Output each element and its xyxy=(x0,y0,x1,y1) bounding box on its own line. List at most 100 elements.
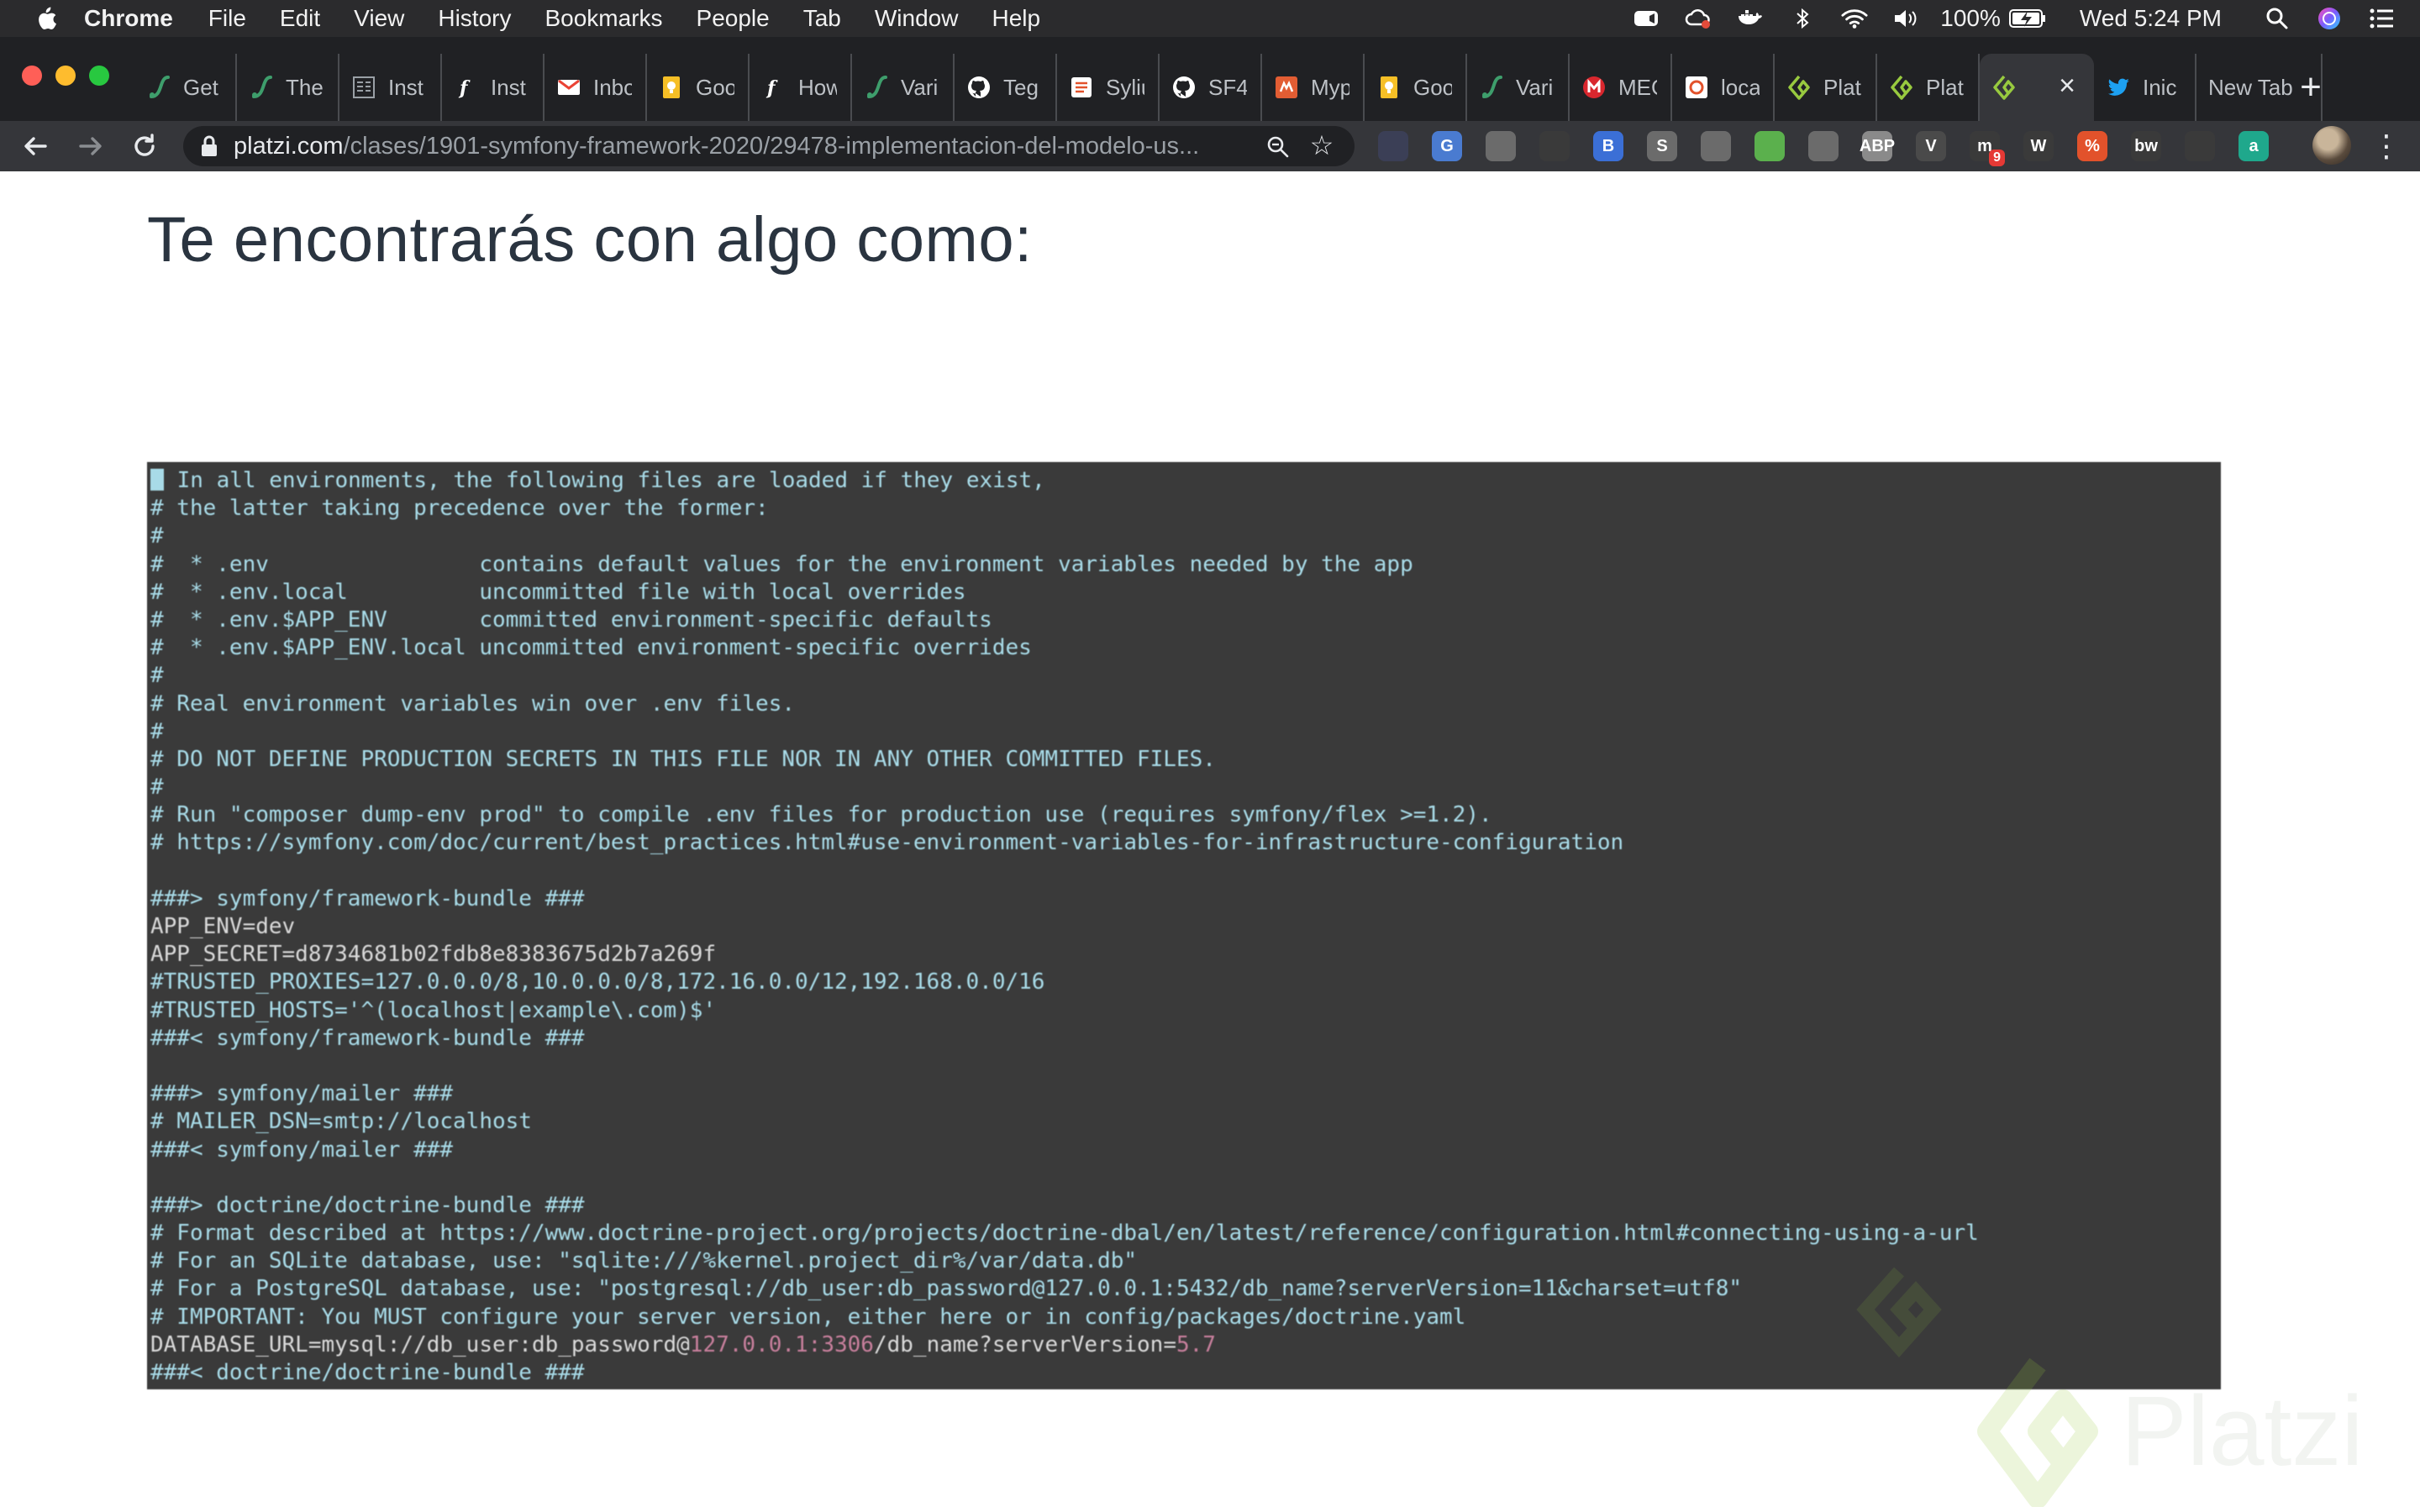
back-button[interactable] xyxy=(17,128,54,165)
address-bar[interactable]: platzi.com/clases/1901-symfony-framework… xyxy=(183,126,1355,166)
tab-14[interactable]: MEG xyxy=(1570,54,1672,121)
myp-icon xyxy=(1274,75,1299,100)
tab-title: Get xyxy=(183,74,218,100)
tab-5[interactable]: Goo xyxy=(647,54,750,121)
page-content: Te encontrarás con algo como: In all env… xyxy=(0,171,2420,1512)
apple-menu-icon[interactable] xyxy=(34,5,57,32)
tab-title: Inbox xyxy=(593,74,632,100)
env-line-text: In all environments, the following files… xyxy=(164,468,1045,493)
profile-avatar[interactable] xyxy=(2312,126,2351,165)
menu-help[interactable]: Help xyxy=(992,5,1040,32)
tab-12[interactable]: Goo xyxy=(1365,54,1467,121)
menu-people[interactable]: People xyxy=(697,5,770,32)
emoji-extension-icon[interactable] xyxy=(1808,131,1839,161)
menu-history[interactable]: History xyxy=(438,5,511,32)
tab-title: Goo xyxy=(1413,74,1452,100)
menu-bookmarks[interactable]: Bookmarks xyxy=(544,5,662,32)
volume-icon[interactable] xyxy=(1893,7,1920,30)
tab-11[interactable]: Myp xyxy=(1262,54,1365,121)
platzi-icon xyxy=(1889,75,1914,100)
google-translate-icon[interactable]: G xyxy=(1432,131,1462,161)
tab-title: Goo xyxy=(696,74,734,100)
menu-edit[interactable]: Edit xyxy=(280,5,320,32)
keep-icon xyxy=(659,75,684,100)
minimize-window-button[interactable] xyxy=(55,66,76,86)
bw-extension-icon[interactable]: bw xyxy=(2131,131,2161,161)
extension-label: B xyxy=(1602,136,1615,155)
react-devtools-icon[interactable] xyxy=(1539,131,1570,161)
platzi-watermark-small xyxy=(1849,1263,2000,1364)
mail-extension-icon[interactable] xyxy=(1754,131,1785,161)
target-extension-icon[interactable] xyxy=(1701,131,1731,161)
tab-16[interactable]: Plat xyxy=(1775,54,1877,121)
feather-extension-icon[interactable] xyxy=(2185,131,2215,161)
spotlight-search-icon[interactable] xyxy=(2264,7,2291,30)
tab-active[interactable]: × xyxy=(1980,54,2094,121)
tools-extension-icon[interactable] xyxy=(1486,131,1516,161)
zoom-magnifier-icon[interactable] xyxy=(1265,134,1291,160)
tab-title: SF4 xyxy=(1208,74,1247,100)
tab-4[interactable]: Inbox xyxy=(544,54,647,121)
close-window-button[interactable] xyxy=(22,66,42,86)
window-controls xyxy=(22,66,123,86)
env-line: APP_SECRET=d8734681b02fdb8e8383675d2b7a2… xyxy=(150,942,717,968)
tab-19[interactable]: Inic xyxy=(2094,54,2196,121)
menu-app-chrome[interactable]: Chrome xyxy=(84,5,173,32)
tab-17[interactable]: Plat xyxy=(1877,54,1980,121)
tab-3[interactable]: f Inst xyxy=(442,54,544,121)
bookmark-star-icon[interactable]: ☆ xyxy=(1307,131,1336,160)
percent-extension-icon[interactable]: % xyxy=(2077,131,2107,161)
forward-button[interactable] xyxy=(72,128,109,165)
env-line: ###< symfony/framework-bundle ### xyxy=(150,1025,585,1051)
env-line: # * .env contains default values for the… xyxy=(150,551,1413,577)
zoom-video-icon[interactable] xyxy=(1633,7,1660,30)
amazon-assistant-icon[interactable]: a xyxy=(2238,131,2269,161)
env-line: # * .env.local uncommitted file with loc… xyxy=(150,579,966,605)
menu-bar-clock[interactable]: Wed 5:24 PM xyxy=(2080,5,2222,32)
tab-title: Teg xyxy=(1003,74,1039,100)
lock-icon[interactable] xyxy=(200,134,218,158)
reload-button[interactable] xyxy=(126,128,163,165)
env-line xyxy=(150,1164,2221,1192)
tab-9[interactable]: Sylius xyxy=(1057,54,1160,121)
menu-window[interactable]: Window xyxy=(875,5,959,32)
tab-10[interactable]: SF4 xyxy=(1160,54,1262,121)
keep-icon xyxy=(1376,75,1402,100)
notification-center-icon[interactable] xyxy=(2368,7,2395,30)
mercury-extension-icon[interactable]: m9 xyxy=(1970,131,2005,166)
vue-devtools-icon[interactable]: V xyxy=(1916,131,1946,161)
tab-13[interactable]: Vari xyxy=(1467,54,1570,121)
env-line: # MAILER_DSN=smtp://localhost xyxy=(150,1109,532,1135)
symfony-cast-icon xyxy=(146,75,171,100)
battery-charging-icon[interactable] xyxy=(2008,7,2046,30)
menu-tab[interactable]: Tab xyxy=(803,5,841,32)
wordpress-extension-icon[interactable]: W xyxy=(2023,131,2054,161)
tab-title: Plat xyxy=(1823,74,1861,100)
skype-extension-icon[interactable]: S xyxy=(1647,131,1677,161)
new-tab-button[interactable]: + xyxy=(2294,69,2328,106)
chrome-menu-icon[interactable]: ⋮ xyxy=(2371,128,2402,165)
platzi-icon xyxy=(1786,75,1812,100)
svg-text:f: f xyxy=(765,77,778,99)
zoom-window-button[interactable] xyxy=(89,66,109,86)
docker-icon[interactable] xyxy=(1737,7,1764,30)
bookmark-extension-icon[interactable]: B xyxy=(1593,131,1623,161)
wifi-icon[interactable] xyxy=(1841,7,1868,30)
tab-2[interactable]: Inst xyxy=(339,54,442,121)
menu-file[interactable]: File xyxy=(208,5,246,32)
tab-1[interactable]: The xyxy=(237,54,339,121)
privacy-extension-icon[interactable] xyxy=(1378,131,1408,161)
tab-15[interactable]: loca xyxy=(1672,54,1775,121)
siri-icon[interactable] xyxy=(2316,7,2343,30)
adblock-plus-icon[interactable]: ABP xyxy=(1860,131,1895,161)
tab-title: How xyxy=(798,74,837,100)
bluetooth-icon[interactable] xyxy=(1789,7,1816,30)
creative-cloud-icon[interactable] xyxy=(1685,7,1712,30)
tab-0[interactable]: Get xyxy=(134,54,237,121)
tab-title: Vari xyxy=(1516,74,1554,100)
tab-8[interactable]: Teg xyxy=(955,54,1057,121)
close-tab-icon[interactable]: × xyxy=(2054,71,2081,100)
tab-6[interactable]: f How xyxy=(750,54,852,121)
tab-7[interactable]: Vari xyxy=(852,54,955,121)
menu-view[interactable]: View xyxy=(354,5,404,32)
